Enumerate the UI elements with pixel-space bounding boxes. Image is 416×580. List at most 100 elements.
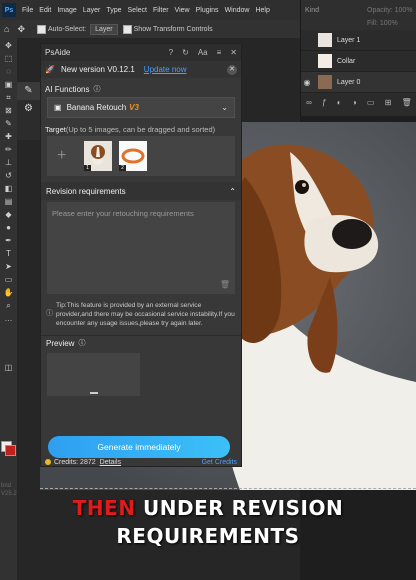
move-tool-icon[interactable]: ✥ (17, 24, 25, 35)
eye-icon[interactable]: ◉ (301, 78, 313, 87)
eyedropper-icon[interactable]: ✎ (3, 119, 14, 128)
frame-tool-icon[interactable]: ⊠ (3, 106, 14, 115)
brush-tool-icon[interactable]: ✏ (3, 145, 14, 154)
marquee-tool-icon[interactable]: ⬚ (3, 54, 14, 63)
chevron-down-icon[interactable]: ⌄ (221, 103, 228, 112)
layer-name[interactable]: Collar (337, 58, 355, 65)
get-credits-link[interactable]: Get Credits (202, 459, 237, 466)
menu-window[interactable]: Window (222, 7, 253, 14)
chevron-up-icon[interactable]: ⌃ (229, 187, 236, 196)
stamp-tool-icon[interactable]: ⊥ (3, 158, 14, 167)
fill-label: Fill: (367, 20, 378, 27)
photoshop-logo[interactable]: Ps (2, 3, 16, 17)
transform-controls-checkbox[interactable] (122, 24, 132, 34)
menu-layer[interactable]: Layer (80, 7, 104, 14)
menu-image[interactable]: Image (54, 7, 79, 14)
trash-icon[interactable]: 🗑 (220, 280, 230, 289)
layer-row-layer-0[interactable]: ◉ Layer 0 (301, 72, 416, 93)
layer-name[interactable]: Layer 0 (337, 79, 360, 86)
object-select-icon[interactable]: ▣ (3, 80, 14, 89)
fx-icon[interactable]: ƒ (322, 98, 326, 107)
caption-line-2: REQUIREMENTS (116, 524, 300, 548)
menu-file[interactable]: File (19, 7, 36, 14)
quick-mask-icon[interactable]: ◫ (3, 363, 14, 372)
preview-header: Preview ⓘ (41, 335, 241, 350)
menu-view[interactable]: View (172, 7, 193, 14)
layer-row-layer-1[interactable]: Layer 1 (301, 30, 416, 51)
fill-value[interactable]: 100% (380, 20, 398, 27)
layer-thumbnail (318, 75, 332, 89)
details-link[interactable]: Details (100, 459, 121, 466)
revision-input[interactable]: Please enter your retouching requirement… (47, 202, 235, 294)
service-tip: ⓘ Tip:This feature is provided by an ext… (41, 294, 241, 328)
history-brush-icon[interactable]: ↺ (3, 171, 14, 180)
opacity-field[interactable]: Opacity: 100% (367, 7, 413, 14)
background-color-swatch[interactable] (5, 445, 16, 456)
layer-name[interactable]: Layer 1 (337, 37, 360, 44)
new-layer-icon[interactable]: ⊞ (385, 98, 392, 107)
menu-plugins[interactable]: Plugins (193, 7, 222, 14)
opacity-label: Opacity: (367, 7, 393, 14)
more-tools-icon[interactable]: … (3, 314, 14, 323)
kind-filter[interactable]: Kind (305, 7, 319, 14)
refresh-icon[interactable]: ↻ (182, 48, 189, 57)
layer-thumbnail (318, 54, 332, 68)
info-icon: ⓘ (46, 310, 53, 317)
menu-help[interactable]: Help (252, 7, 272, 14)
close-icon[interactable]: ✕ (230, 48, 237, 57)
target-thumbnail-2[interactable]: 2 (119, 141, 147, 171)
zoom-tool-icon[interactable]: ⌕ (3, 301, 14, 310)
font-size-icon[interactable]: Aa (198, 48, 208, 57)
adjustment-icon[interactable]: ◑ (352, 98, 357, 107)
home-icon[interactable]: ⌂ (4, 24, 9, 34)
dodge-tool-icon[interactable]: ● (3, 223, 14, 232)
folder-icon[interactable]: ▭ (367, 98, 375, 107)
target-thumbnail-1[interactable]: 1 (84, 141, 112, 171)
shape-tool-icon[interactable]: ▭ (3, 275, 14, 284)
menu-select[interactable]: Select (125, 7, 150, 14)
mask-icon[interactable]: ◐ (337, 98, 342, 107)
revision-header[interactable]: Revision requirements ⌃ (41, 182, 241, 200)
hand-tool-icon[interactable]: ✋ (3, 288, 14, 297)
path-select-icon[interactable]: ➤ (3, 262, 14, 271)
auto-select-dropdown[interactable]: Layer (90, 23, 118, 35)
fill-field[interactable]: Fill: 100% (367, 20, 398, 27)
psaide-panel: PsAide ? ↻ Aa ≡ ✕ 🚀 New version V0.12.1 … (40, 43, 242, 467)
settings-icon[interactable]: ⚙ (17, 100, 40, 118)
crop-tool-icon[interactable]: ⌗ (3, 93, 14, 102)
auto-select-checkbox[interactable] (36, 24, 46, 34)
image-icon: ▣ (54, 103, 62, 112)
blur-tool-icon[interactable]: ◆ (3, 210, 14, 219)
edit-icon[interactable]: ✎ (17, 82, 40, 100)
dismiss-banner-icon[interactable]: ✕ (227, 64, 237, 75)
menu-filter[interactable]: Filter (150, 7, 172, 14)
ai-functions-header: AI Functions ⓘ (41, 84, 241, 94)
selection-edge (40, 488, 416, 489)
info-icon[interactable]: ⓘ (93, 84, 100, 94)
generate-button[interactable]: Generate immediately (48, 436, 230, 458)
caption-line-1: THEN UNDER REVISION (0, 494, 416, 522)
pen-tool-icon[interactable]: ✒ (3, 236, 14, 245)
menu-icon[interactable]: ≡ (217, 48, 222, 57)
add-image-icon[interactable]: + (57, 147, 77, 165)
help-icon[interactable]: ? (169, 48, 173, 57)
rocket-icon: 🚀 (45, 65, 55, 74)
link-icon[interactable]: ∞ (306, 98, 312, 107)
lasso-tool-icon[interactable]: ◌ (3, 67, 14, 76)
layer-row-collar[interactable]: Collar (301, 51, 416, 72)
transform-controls-label: Show Transform Controls (133, 25, 213, 33)
function-select[interactable]: ▣ Banana Retouch V3 ⌄ (47, 97, 235, 118)
target-label: Target (45, 125, 66, 134)
target-header: Target (Up to 5 images, can be dragged a… (41, 125, 241, 134)
eraser-icon[interactable]: ◧ (3, 184, 14, 193)
info-icon[interactable]: ⓘ (78, 338, 85, 348)
gradient-tool-icon[interactable]: ▤ (3, 197, 14, 206)
menu-edit[interactable]: Edit (36, 7, 54, 14)
menu-type[interactable]: Type (103, 7, 124, 14)
healing-brush-icon[interactable]: ✚ (3, 132, 14, 141)
move-tool-icon[interactable]: ✥ (3, 41, 14, 50)
type-tool-icon[interactable]: T (3, 249, 14, 258)
update-now-link[interactable]: Update now (144, 65, 187, 74)
opacity-value[interactable]: 100% (395, 7, 413, 14)
trash-icon[interactable]: 🗑 (402, 98, 412, 107)
